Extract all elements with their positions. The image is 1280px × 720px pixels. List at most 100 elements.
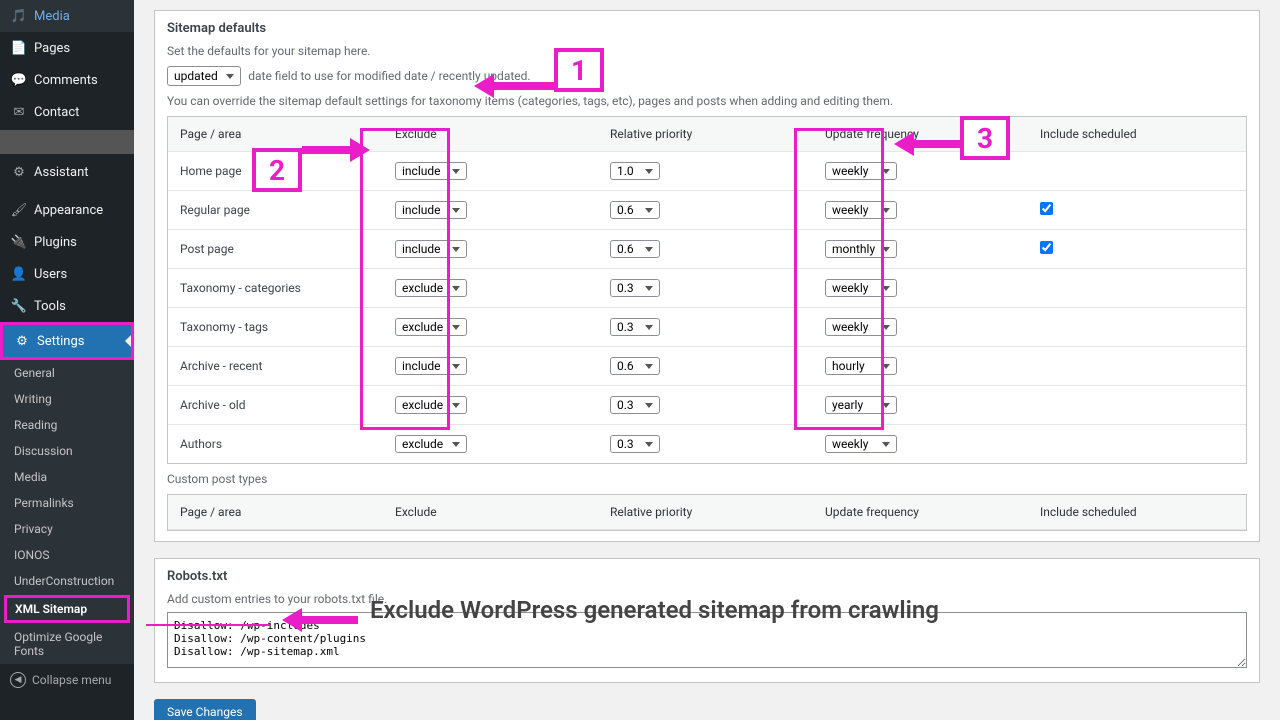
sub-writing[interactable]: Writing xyxy=(0,386,134,412)
row-name: Archive - recent xyxy=(168,347,383,386)
table-row: Regular page include 0.6 weekly xyxy=(168,191,1246,230)
sidebar-item-assistant[interactable]: ⚙Assistant xyxy=(0,156,134,188)
row-name: Regular page xyxy=(168,191,383,230)
exclude-select[interactable]: exclude xyxy=(395,279,467,297)
arrow-1 xyxy=(474,74,554,98)
sidebar-item-pages[interactable]: 📄Pages xyxy=(0,32,134,64)
priority-select[interactable]: 0.6 xyxy=(610,240,660,258)
exclude-select[interactable]: exclude xyxy=(395,396,467,414)
frequency-select[interactable]: yearly xyxy=(825,396,897,414)
sitemap-defaults-panel: Sitemap defaults Set the defaults for yo… xyxy=(154,10,1260,542)
sidebar-item-appearance[interactable]: 🖌Appearance xyxy=(0,194,134,226)
priority-select[interactable]: 0.6 xyxy=(610,357,660,375)
sub-underconstruction[interactable]: UnderConstruction xyxy=(0,568,134,594)
contact-icon: ✉ xyxy=(10,103,28,121)
priority-select[interactable]: 0.3 xyxy=(610,318,660,336)
custom-post-types-heading: Custom post types xyxy=(167,472,1247,486)
frequency-select[interactable]: weekly xyxy=(825,279,897,297)
sidebar-redacted-item xyxy=(0,130,134,154)
exclude-select[interactable]: exclude xyxy=(395,435,467,453)
section-desc1: Set the defaults for your sitemap here. xyxy=(167,44,1247,58)
cpt-th-page-area: Page / area xyxy=(168,495,383,530)
sub-privacy[interactable]: Privacy xyxy=(0,516,134,542)
comments-icon: 💬 xyxy=(10,71,28,89)
table-row: Post page include 0.6 monthly xyxy=(168,230,1246,269)
robots-title: Robots.txt xyxy=(167,569,1247,584)
arrow-3 xyxy=(894,132,962,156)
date-field-select[interactable]: updated xyxy=(167,66,241,86)
assistant-icon: ⚙ xyxy=(10,163,28,181)
sub-reading[interactable]: Reading xyxy=(0,412,134,438)
collapse-icon: ◀ xyxy=(10,672,26,688)
users-icon: 👤 xyxy=(10,265,28,283)
annotation-exclude-text: Exclude WordPress generated sitemap from… xyxy=(370,596,939,624)
sidebar-item-media[interactable]: 🎵Media xyxy=(0,0,134,32)
settings-icon: ⚙ xyxy=(13,332,31,350)
row-name: Taxonomy - tags xyxy=(168,308,383,347)
table-row: Taxonomy - categories exclude 0.3 weekly xyxy=(168,269,1246,308)
sidebar-item-contact[interactable]: ✉Contact xyxy=(0,96,134,128)
sub-general[interactable]: General xyxy=(0,360,134,386)
priority-select[interactable]: 0.6 xyxy=(610,201,660,219)
arrow-robots xyxy=(282,608,358,632)
settings-submenu: General Writing Reading Discussion Media… xyxy=(0,360,134,664)
annotation-1: 1 xyxy=(554,48,604,92)
save-changes-button[interactable]: Save Changes xyxy=(154,699,256,720)
appearance-icon: 🖌 xyxy=(10,201,28,219)
row-name: Authors xyxy=(168,425,383,464)
main-content: Sitemap defaults Set the defaults for yo… xyxy=(134,0,1280,720)
priority-select[interactable]: 0.3 xyxy=(610,435,660,453)
row-name: Archive - old xyxy=(168,386,383,425)
sitemap-table: Page / area Exclude Relative priority Up… xyxy=(167,116,1247,464)
priority-select[interactable]: 0.3 xyxy=(610,396,660,414)
exclude-select[interactable]: exclude xyxy=(395,318,467,336)
admin-sidebar: 🎵Media 📄Pages 💬Comments ✉Contact ⚙Assist… xyxy=(0,0,134,720)
frequency-select[interactable]: weekly xyxy=(825,318,897,336)
th-exclude: Exclude xyxy=(383,117,598,152)
media-icon: 🎵 xyxy=(10,7,28,25)
cpt-th-frequency: Update frequency xyxy=(813,495,1028,530)
sidebar-item-plugins[interactable]: 🔌Plugins xyxy=(0,226,134,258)
sidebar-item-tools[interactable]: 🔧Tools xyxy=(0,290,134,322)
sub-discussion[interactable]: Discussion xyxy=(0,438,134,464)
exclude-select[interactable]: include xyxy=(395,162,467,180)
sidebar-item-users[interactable]: 👤Users xyxy=(0,258,134,290)
table-row: Archive - recent include 0.6 hourly xyxy=(168,347,1246,386)
arrow-2 xyxy=(302,138,370,162)
custom-post-types-table: Page / area Exclude Relative priority Up… xyxy=(167,494,1247,531)
table-row: Authors exclude 0.3 weekly xyxy=(168,425,1246,464)
frequency-select[interactable]: weekly xyxy=(825,435,897,453)
cpt-th-scheduled: Include scheduled xyxy=(1028,495,1246,530)
sidebar-item-comments[interactable]: 💬Comments xyxy=(0,64,134,96)
scheduled-checkbox[interactable] xyxy=(1040,202,1053,215)
th-scheduled: Include scheduled xyxy=(1028,117,1246,152)
frequency-select[interactable]: weekly xyxy=(825,162,897,180)
tools-icon: 🔧 xyxy=(10,297,28,315)
cpt-th-priority: Relative priority xyxy=(598,495,813,530)
frequency-select[interactable]: hourly xyxy=(825,357,897,375)
robots-underline xyxy=(146,624,270,626)
exclude-select[interactable]: include xyxy=(395,240,467,258)
row-name: Taxonomy - categories xyxy=(168,269,383,308)
th-priority: Relative priority xyxy=(598,117,813,152)
sub-media[interactable]: Media xyxy=(0,464,134,490)
sub-xml-sitemap[interactable]: XML Sitemap xyxy=(4,595,130,623)
plugins-icon: 🔌 xyxy=(10,233,28,251)
annotation-3: 3 xyxy=(960,116,1010,160)
frequency-select[interactable]: weekly xyxy=(825,201,897,219)
sub-permalinks[interactable]: Permalinks xyxy=(0,490,134,516)
scheduled-checkbox[interactable] xyxy=(1040,241,1053,254)
frequency-select[interactable]: monthly xyxy=(825,240,897,258)
pages-icon: 📄 xyxy=(10,39,28,57)
collapse-menu[interactable]: ◀Collapse menu xyxy=(0,664,134,696)
sub-optimize-fonts[interactable]: Optimize Google Fonts xyxy=(0,624,134,664)
exclude-select[interactable]: include xyxy=(395,201,467,219)
sub-ionos[interactable]: IONOS xyxy=(0,542,134,568)
override-desc: You can override the sitemap default set… xyxy=(167,94,1247,108)
priority-select[interactable]: 0.3 xyxy=(610,279,660,297)
sidebar-item-settings[interactable]: ⚙Settings xyxy=(0,322,134,360)
cpt-th-exclude: Exclude xyxy=(383,495,598,530)
exclude-select[interactable]: include xyxy=(395,357,467,375)
row-name: Post page xyxy=(168,230,383,269)
priority-select[interactable]: 1.0 xyxy=(610,162,660,180)
